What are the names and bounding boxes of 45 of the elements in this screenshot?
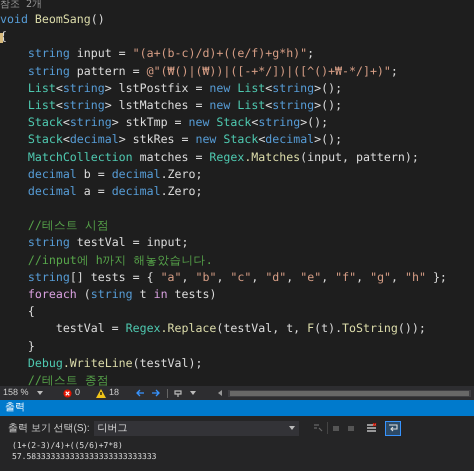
back-arrow-icon[interactable] [135,389,146,397]
code-line: List<string> lstPostfix = new List<string>(); [26,80,342,97]
output-source-dropdown[interactable]: 디버그 [94,420,299,436]
code-line: string input = "(a+(b-c)/d)+((e/f)+g*h)"; [26,45,314,62]
output-source-label: 출력 보기 선택(S): [8,422,90,436]
code-line: //테스트 시점 [26,217,109,234]
code-line: void BeomSang() [0,11,105,28]
code-line: Stack<decimal> stkRes = new Stack<decimal>(); [26,131,342,148]
find-icon[interactable] [312,423,323,433]
code-line: //테스트 종점 [26,372,109,386]
scroll-left-icon[interactable] [218,390,222,396]
error-count: 0 [75,386,80,400]
caret-icon[interactable] [288,426,295,430]
warning-icon[interactable] [96,388,106,398]
warning-count: 18 [109,386,120,400]
output-line: 57.583333333333333333333333333 [12,451,156,462]
brush-icon[interactable] [174,388,184,398]
scrollbar-thumb[interactable] [230,390,469,396]
caret-icon[interactable] [37,391,43,395]
caret-icon[interactable] [190,391,196,395]
code-line: testVal = Regex.Replace(testVal, t, F(t).ToString()); [54,320,426,338]
code-line: string pattern = @"(₩()|(₩))|([-+*/])|([^()+₩-*/]+)"; [26,62,398,80]
word-wrap-toggle[interactable] [384,420,401,436]
panel-title: 출력 [5,402,25,414]
clear-all-icon[interactable] [366,422,377,434]
code-line: { [26,303,35,320]
horizontal-scrollbar[interactable] [228,390,471,396]
zoom-level[interactable]: 158 % [3,386,31,400]
code-line: string testVal = input; [26,234,188,252]
code-line: Debug.WriteLine(testVal); [26,354,202,372]
code-line: //input에 h까지 해놓았습니다. [26,252,213,269]
code-line: Stack<string> stkTmp = new Stack<string>(); [26,114,328,132]
code-line: decimal b = decimal.Zero; [26,166,202,183]
dropdown-value: 디버그 [98,422,128,436]
code-line: string[] tests = { "a", "b", "c", "d", "e", "f", "g", "h" }; [26,268,447,286]
word-wrap-icon [388,423,398,433]
change-marker [0,33,3,43]
code-line: decimal a = decimal.Zero; [26,182,202,200]
output-line: (1+(2-3)/4)+((5/6)+7*8) [12,440,123,451]
code-line: foreach (string t in tests) [26,286,216,303]
code-line: MatchCollection matches = Regex.Matches(input, pattern); [26,148,419,166]
code-line: } [26,338,35,355]
forward-arrow-icon[interactable] [151,389,162,397]
error-icon[interactable] [63,388,72,398]
code-line: List<string> lstMatches = new List<string>(); [26,96,342,114]
